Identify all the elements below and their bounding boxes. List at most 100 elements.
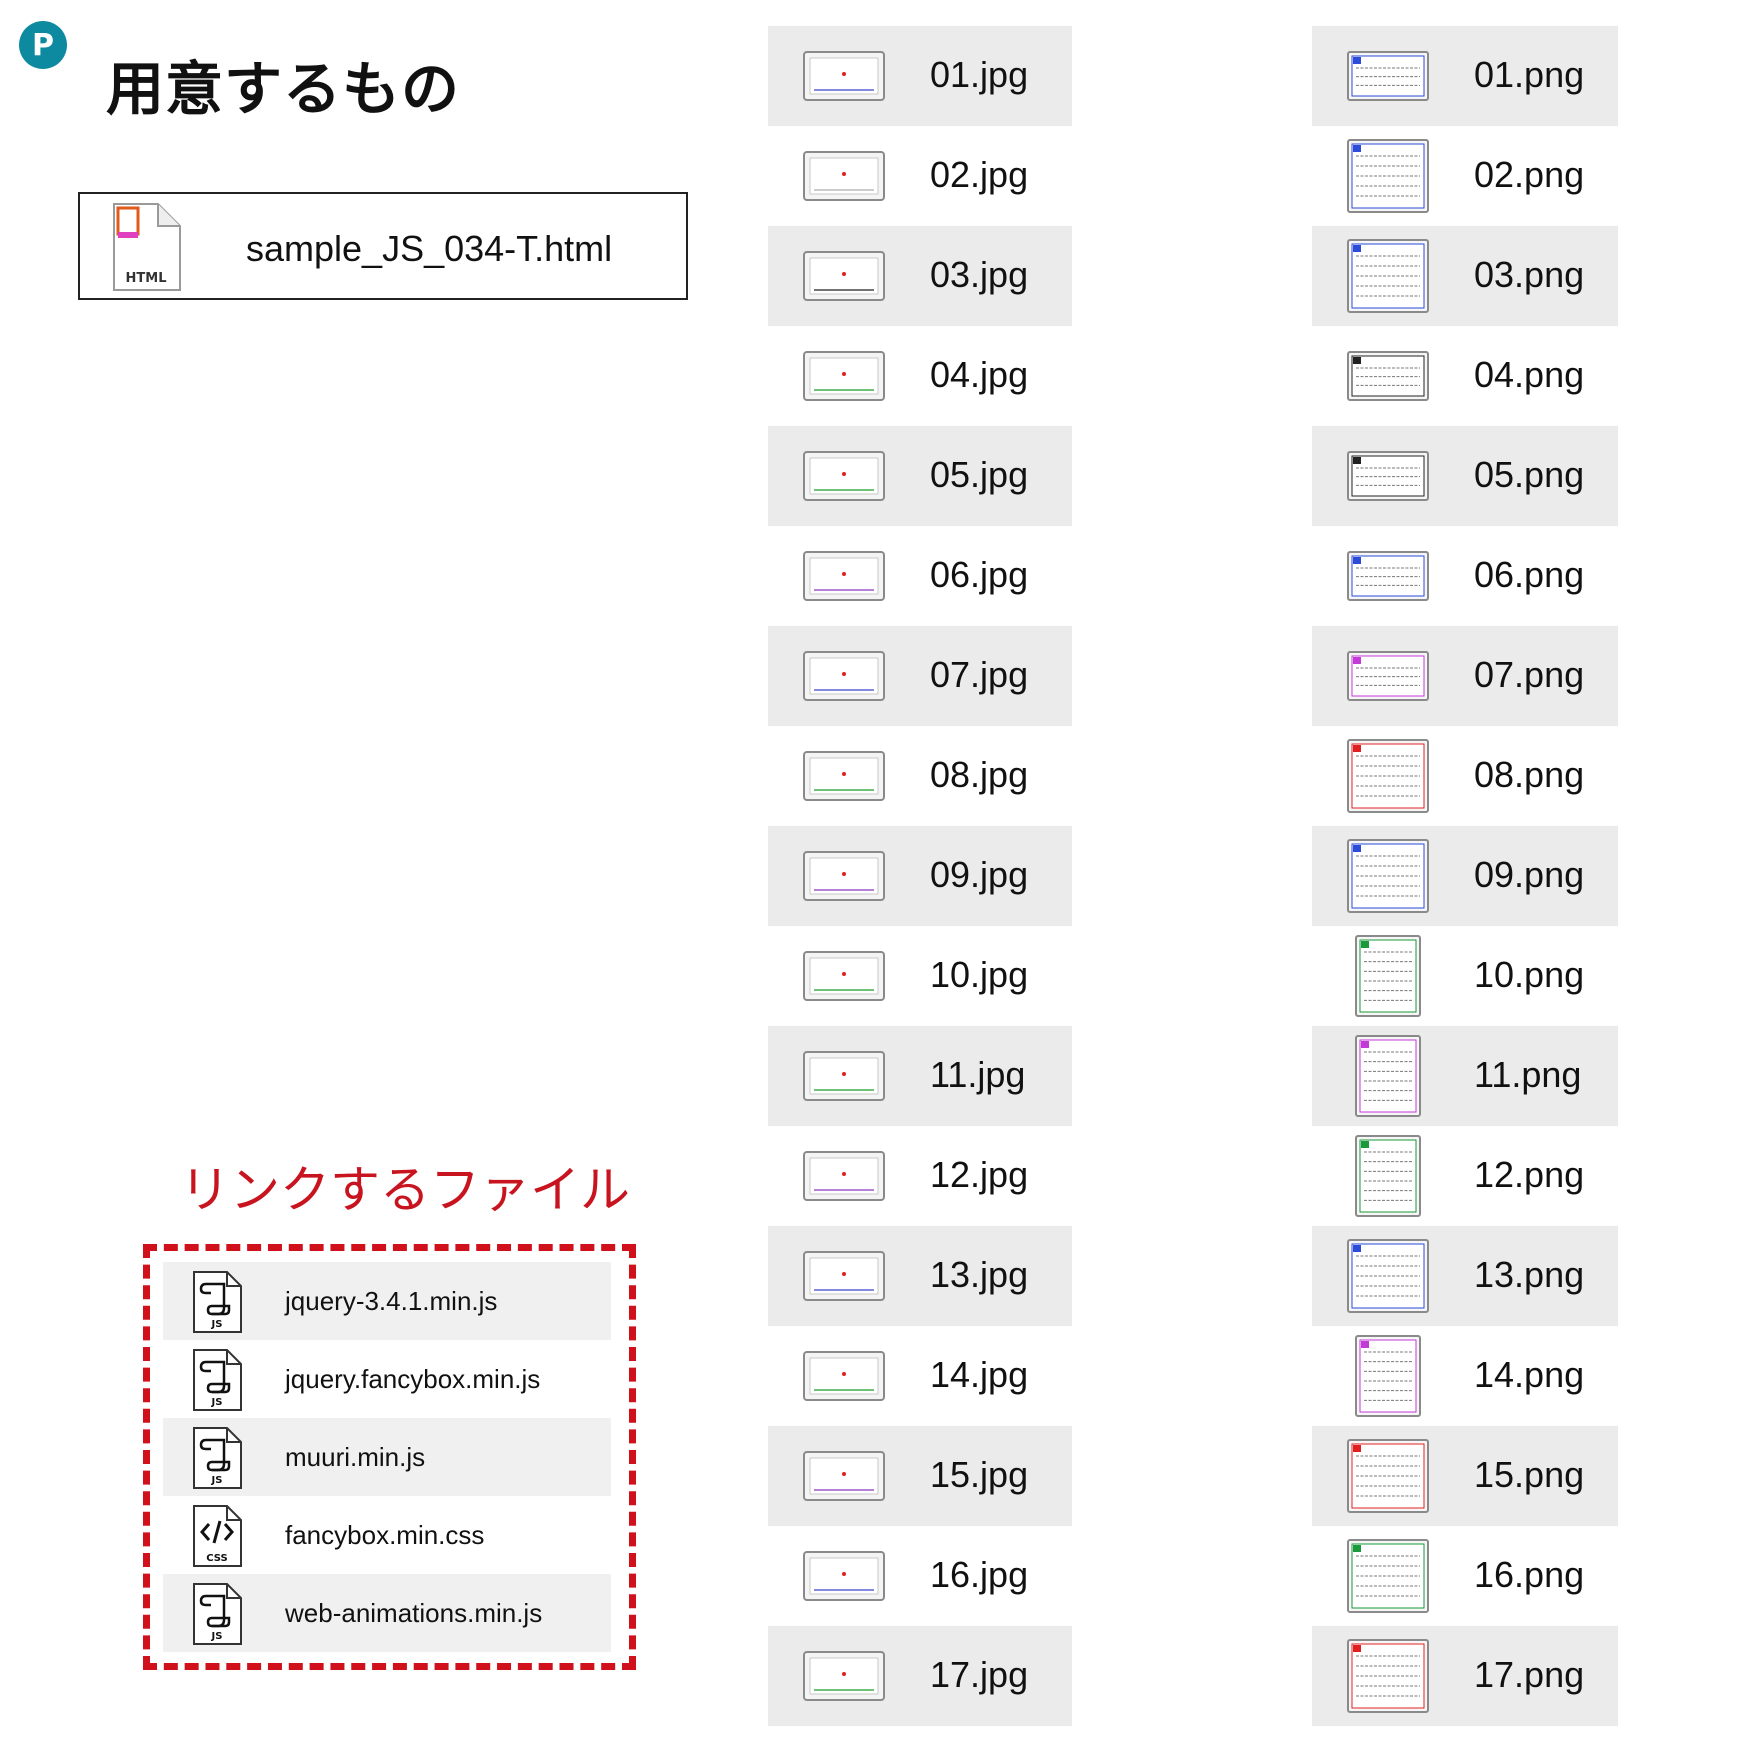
png-file-row[interactable]: 06.png [1312,526,1618,626]
jpg-file-row[interactable]: 16.jpg [768,1526,1072,1626]
png-file-row[interactable]: 04.png [1312,326,1618,426]
sheet-music-thumbnail-icon [1355,1135,1421,1217]
jpg-file-row[interactable]: 13.jpg [768,1226,1072,1326]
jpg-file-name: 17.jpg [930,1654,1029,1695]
png-file-row[interactable]: 15.png [1312,1426,1618,1526]
image-thumbnail-icon [803,51,885,101]
png-file-name: 01.png [1474,54,1585,95]
jpg-file-name: 07.jpg [930,654,1029,695]
jpg-file-row[interactable]: 04.jpg [768,326,1072,426]
jpg-file-row[interactable]: 06.jpg [768,526,1072,626]
svg-text:JS: JS [211,1397,223,1408]
svg-text:CSS: CSS [206,1553,227,1564]
jpg-file-name: 03.jpg [930,254,1029,295]
jpg-file-row[interactable]: 07.jpg [768,626,1072,726]
link-file-row[interactable]: JS jquery.fancybox.min.js [163,1340,611,1418]
link-file-row[interactable]: JS web-animations.min.js [163,1574,611,1652]
jpg-file-name: 13.jpg [930,1254,1029,1295]
jpg-file-name: 05.jpg [930,454,1029,495]
jpg-file-name: 02.jpg [930,154,1029,195]
image-thumbnail-icon [803,351,885,401]
jpg-file-name: 15.jpg [930,1454,1029,1495]
sheet-music-thumbnail-icon [1347,139,1429,213]
image-thumbnail-icon [803,1551,885,1601]
png-file-name: 06.png [1474,554,1585,595]
jpg-file-row[interactable]: 17.jpg [768,1626,1072,1726]
jpg-file-row[interactable]: 14.jpg [768,1326,1072,1426]
png-file-row[interactable]: 13.png [1312,1226,1618,1326]
sheet-music-thumbnail-icon [1355,1335,1421,1417]
png-file-name: 10.png [1474,954,1585,995]
jpg-file-row[interactable]: 02.jpg [768,126,1072,226]
png-file-name: 03.png [1474,254,1585,295]
png-file-name: 02.png [1474,154,1585,195]
png-file-name: 14.png [1474,1354,1585,1395]
sheet-music-thumbnail-icon [1347,651,1429,701]
png-file-name: 08.png [1474,754,1585,795]
page-title: 用意するもの [106,55,461,123]
jpg-file-row[interactable]: 10.jpg [768,926,1072,1026]
png-file-row[interactable]: 01.png [1312,26,1618,126]
jpg-file-row[interactable]: 15.jpg [768,1426,1072,1526]
sheet-music-thumbnail-icon [1347,1239,1429,1313]
sheet-music-thumbnail-icon [1347,551,1429,601]
jpg-file-name: 11.jpg [930,1054,1026,1095]
jpg-file-name: 09.jpg [930,854,1029,895]
link-files-list: JS jquery-3.4.1.min.js JS jquery.fancybox.m… [163,1262,611,1652]
jpg-file-row[interactable]: 01.jpg [768,26,1072,126]
png-file-row[interactable]: 05.png [1312,426,1618,526]
sheet-music-thumbnail-icon [1347,1539,1429,1613]
jpg-file-row[interactable]: 05.jpg [768,426,1072,526]
png-file-row[interactable]: 08.png [1312,726,1618,826]
png-file-row[interactable]: 16.png [1312,1526,1618,1626]
jpg-file-name: 06.jpg [930,554,1029,595]
main-html-file[interactable]: HTML sample_JS_034-T.html [78,192,688,300]
link-file-row[interactable]: JS jquery-3.4.1.min.js [163,1262,611,1340]
jpg-file-name: 08.jpg [930,754,1029,795]
png-file-name: 05.png [1474,454,1585,495]
svg-text:JS: JS [211,1319,223,1330]
jpg-file-row[interactable]: 09.jpg [768,826,1072,926]
png-file-row[interactable]: 03.png [1312,226,1618,326]
jpg-file-row[interactable]: 11.jpg [768,1026,1072,1126]
png-file-name: 15.png [1474,1454,1585,1495]
image-thumbnail-icon [803,1351,885,1401]
image-thumbnail-icon [803,1251,885,1301]
jpg-file-row[interactable]: 03.jpg [768,226,1072,326]
png-file-row[interactable]: 12.png [1312,1126,1618,1226]
image-thumbnail-icon [803,151,885,201]
png-file-name: 07.png [1474,654,1585,695]
link-file-name: jquery-3.4.1.min.js [285,1285,498,1316]
png-file-name: 11.png [1474,1054,1582,1095]
jpg-file-name: 01.jpg [930,54,1029,95]
jpg-file-row[interactable]: 12.jpg [768,1126,1072,1226]
png-file-name: 16.png [1474,1554,1585,1595]
jpg-file-column: 01.jpg 02.jpg 03.jpg 04.jpg 05.jpg 06.jpg 07.j… [768,26,1072,1726]
svg-text:HTML: HTML [126,271,167,286]
png-file-column: 01.png 02.png 03.png 04.png 05.png 06.png 07.p… [1312,26,1618,1726]
image-thumbnail-icon [803,251,885,301]
jpg-file-name: 16.jpg [930,1554,1029,1595]
link-file-row[interactable]: CSS fancybox.min.css [163,1496,611,1574]
sheet-music-thumbnail-icon [1347,351,1429,401]
png-file-row[interactable]: 14.png [1312,1326,1618,1426]
png-file-row[interactable]: 07.png [1312,626,1618,726]
sheet-music-thumbnail-icon [1347,1439,1429,1513]
png-file-row[interactable]: 09.png [1312,826,1618,926]
png-file-row[interactable]: 02.png [1312,126,1618,226]
js-script-file-icon: JS [193,1583,242,1645]
sheet-music-thumbnail-icon [1347,451,1429,501]
png-file-row[interactable]: 11.png [1312,1026,1618,1126]
link-file-name: jquery.fancybox.min.js [285,1363,541,1394]
link-file-row[interactable]: JS muuri.min.js [163,1418,611,1496]
png-file-row[interactable]: 10.png [1312,926,1618,1026]
image-thumbnail-icon [803,451,885,501]
png-file-name: 12.png [1474,1154,1585,1195]
image-thumbnail-icon [803,1151,885,1201]
jpg-file-row[interactable]: 08.jpg [768,726,1072,826]
link-file-name: fancybox.min.css [285,1519,485,1550]
png-file-name: 09.png [1474,854,1585,895]
png-file-row[interactable]: 17.png [1312,1626,1618,1726]
css-code-file-icon: CSS [193,1505,242,1567]
html-file-icon: HTML [113,203,181,291]
